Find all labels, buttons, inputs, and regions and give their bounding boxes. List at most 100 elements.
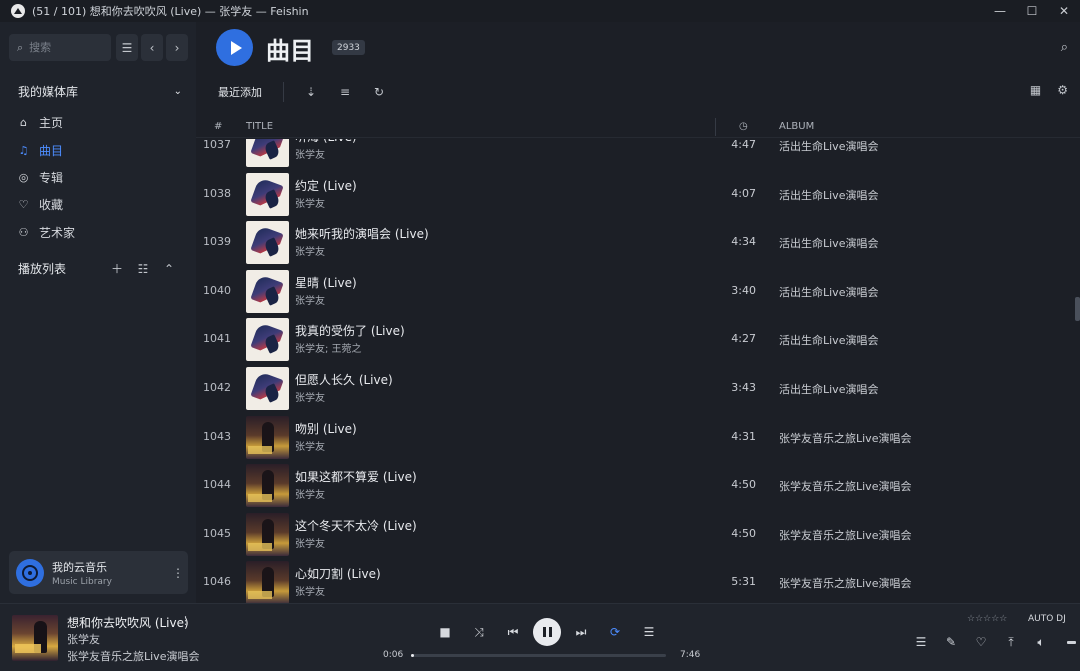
playlist-list-icon[interactable]: ☷ (130, 262, 156, 276)
previous-button[interactable]: ⏮ (496, 618, 530, 646)
table-row[interactable]: 1037 听海 (Live)张学友 4:47 活出生命Live演唱会 (196, 139, 1080, 170)
refresh-icon[interactable]: ↻ (362, 85, 396, 99)
sidebar-search[interactable]: ⌕ (9, 34, 111, 61)
track-artist[interactable]: 张学友; 王菀之 (295, 340, 362, 355)
track-album[interactable]: 活出生命Live演唱会 (779, 284, 878, 300)
table-row[interactable]: 1046 心如刀割 (Live) 张学友 5:31 张学友音乐之旅Live演唱会 (196, 558, 1080, 603)
track-album[interactable]: 活出生命Live演唱会 (779, 332, 878, 348)
track-artist[interactable]: 张学友 (295, 535, 325, 550)
search-input[interactable] (29, 41, 94, 54)
maximize-button[interactable]: ☐ (1016, 0, 1048, 22)
track-album[interactable]: 活出生命Live演唱会 (779, 235, 878, 251)
track-album[interactable]: 活出生命Live演唱会 (779, 187, 878, 203)
track-artist[interactable]: 张学友 (295, 243, 325, 258)
table-row[interactable]: 1039 她来听我的演唱会 (Live) 张学友 4:34 活出生命Live演唱会 (196, 218, 1080, 267)
table-row[interactable]: 1045 这个冬天不太冷 (Live) 张学友 4:50 张学友音乐之旅Live演唱会 (196, 510, 1080, 559)
repeat-button[interactable]: ⟳ (598, 618, 632, 646)
table-view-icon[interactable]: ▦ (1030, 83, 1041, 97)
library-header[interactable]: 我的媒体库 ⌄ (18, 83, 182, 100)
volume-icon[interactable]: 🔈︎ (1026, 632, 1056, 652)
album-cover[interactable] (246, 221, 289, 265)
album-cover[interactable] (246, 561, 289, 603)
expand-up-icon[interactable]: ⤒ (996, 632, 1026, 652)
stop-button[interactable]: ■ (428, 618, 462, 646)
filter-icon[interactable]: ≡ (328, 85, 362, 99)
progress-slider[interactable] (411, 654, 666, 657)
next-button[interactable]: ⏭ (564, 618, 598, 646)
track-artist[interactable]: 张学友 (295, 389, 325, 404)
minimize-button[interactable]: — (984, 0, 1016, 22)
track-album[interactable]: 活出生命Live演唱会 (779, 139, 878, 154)
track-artist[interactable]: 张学友 (295, 486, 325, 501)
equalizer-icon[interactable]: ☰ (906, 632, 936, 652)
more-vertical-icon[interactable]: ⋮ (168, 566, 188, 580)
column-album[interactable]: ALBUM (779, 121, 814, 132)
track-album[interactable]: 张学友音乐之旅Live演唱会 (779, 575, 911, 591)
album-cover[interactable] (246, 464, 289, 508)
forward-button[interactable]: › (166, 34, 188, 61)
track-title: 我真的受伤了 (Live) (295, 324, 405, 339)
rating-stars[interactable]: ☆☆☆☆☆ (967, 614, 1007, 624)
now-playing-title[interactable]: 想和你去吹吹风 (Live) (67, 614, 189, 631)
table-row[interactable]: 1040 星晴 (Live) 张学友 3:40 活出生命Live演唱会 (196, 267, 1080, 316)
now-playing-album[interactable]: 张学友音乐之旅Live演唱会 (67, 648, 199, 664)
table-row[interactable]: 1043 吻别 (Live) 张学友 4:31 张学友音乐之旅Live演唱会 (196, 413, 1080, 462)
server-card[interactable]: 我的云音乐 Music Library ⋮ (9, 551, 188, 594)
column-title[interactable]: TITLE (246, 121, 273, 132)
auto-dj-button[interactable]: AUTO DJ (1028, 614, 1066, 624)
queue-button[interactable]: ☰ (632, 618, 666, 646)
more-vertical-icon[interactable]: ⋮ (180, 614, 191, 627)
track-artist[interactable]: 张学友 (295, 583, 325, 598)
track-artist[interactable]: 张学友 (295, 438, 325, 453)
now-playing-artist[interactable]: 张学友 (67, 631, 100, 647)
sidebar-item[interactable]: ◎ 专辑 (18, 164, 178, 191)
table-row[interactable]: 1042 但愿人长久 (Live) 张学友 3:43 活出生命Live演唱会 (196, 364, 1080, 413)
now-playing-cover[interactable] (12, 615, 58, 661)
album-cover[interactable] (246, 318, 289, 362)
album-cover[interactable] (246, 415, 289, 459)
album-cover[interactable] (246, 139, 289, 167)
volume-slider[interactable] (1056, 632, 1080, 652)
track-number: 1039 (203, 235, 231, 249)
sort-direction-icon[interactable]: ⇣ (294, 85, 328, 99)
album-cover[interactable] (246, 269, 289, 313)
track-artist[interactable]: 张学友 (295, 195, 325, 210)
table-row[interactable]: 1041 我真的受伤了 (Live) 张学友; 王菀之 4:27 活出生命Live演唱会 (196, 315, 1080, 364)
track-album[interactable]: 张学友音乐之旅Live演唱会 (779, 478, 911, 494)
scrollbar-thumb[interactable] (1075, 297, 1080, 321)
progress-fill (411, 654, 415, 657)
album-cover[interactable] (246, 512, 289, 556)
chevron-up-icon[interactable]: ⌃ (156, 262, 182, 276)
table-row[interactable]: 1038 约定 (Live) 张学友 4:07 活出生命Live演唱会 (196, 170, 1080, 219)
close-button[interactable]: ✕ (1048, 0, 1080, 22)
play-all-button[interactable] (216, 29, 253, 66)
heart-icon[interactable]: ♡ (966, 632, 996, 652)
sidebar-item[interactable]: ⚇ 艺术家 (18, 219, 178, 246)
column-divider[interactable] (715, 118, 716, 136)
album-cover[interactable] (246, 366, 289, 410)
track-artist[interactable]: 张学友 (295, 146, 325, 161)
track-album[interactable]: 活出生命Live演唱会 (779, 381, 878, 397)
album-cover[interactable] (246, 172, 289, 216)
search-icon[interactable]: ⌕ (1061, 40, 1068, 55)
table-row[interactable]: 1044 如果这都不算爱 (Live) 张学友 4:50 张学友音乐之旅Live演唱会 (196, 461, 1080, 510)
lyrics-icon[interactable]: ✎ (936, 632, 966, 652)
track-album[interactable]: 张学友音乐之旅Live演唱会 (779, 527, 911, 543)
menu-button[interactable]: ☰ (116, 34, 138, 61)
track-artist[interactable]: 张学友 (295, 292, 325, 307)
sidebar-item[interactable]: ⌂ 主页 (18, 109, 178, 136)
skip-previous-icon: ⏮ (507, 624, 519, 639)
column-number[interactable]: # (214, 121, 222, 132)
shuffle-button[interactable]: ⤨ (462, 618, 496, 646)
clock-icon[interactable]: ◷ (739, 121, 748, 132)
back-button[interactable]: ‹ (141, 34, 163, 61)
settings-sliders-icon[interactable]: ⚙ (1057, 83, 1068, 97)
track-title: 这个冬天不太冷 (Live) (295, 518, 417, 533)
sidebar-item[interactable]: ♡ 收藏 (18, 191, 178, 218)
track-album[interactable]: 张学友音乐之旅Live演唱会 (779, 430, 911, 446)
track-list: 1037听海 (Live)张学友4:47活出生命Live演唱会1038约定 (L… (196, 139, 1080, 603)
sort-order-button[interactable]: 最近添加 (218, 84, 262, 100)
sidebar-item[interactable]: ♫ 曲目 (18, 136, 178, 163)
pause-button[interactable] (533, 618, 561, 646)
add-playlist-icon[interactable]: ＋ (104, 260, 130, 277)
